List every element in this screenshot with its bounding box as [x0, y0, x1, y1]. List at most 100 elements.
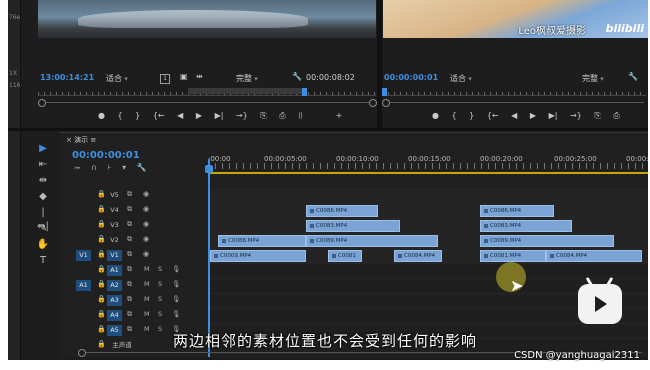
source-marker-button[interactable]: ● — [98, 111, 105, 120]
source-add-button[interactable]: + — [336, 111, 343, 120]
timeline-playhead-line[interactable] — [208, 159, 210, 357]
slip-tool-icon[interactable]: |↔| — [36, 206, 50, 232]
eye-icon[interactable]: ◉ — [143, 250, 149, 258]
track-lane-v3[interactable] — [208, 219, 648, 234]
eye-icon[interactable]: ◉ — [143, 220, 149, 228]
source-scroll-handle-right[interactable] — [369, 99, 377, 107]
program-scroll-handle-left[interactable] — [382, 99, 390, 107]
sync-lock-icon[interactable]: ⧉ — [127, 280, 132, 289]
track-lane-v5[interactable] — [208, 189, 648, 204]
program-playhead[interactable] — [382, 88, 387, 96]
lock-icon[interactable]: 🔒 — [97, 190, 106, 198]
track-target[interactable]: V2 — [107, 235, 122, 246]
program-lift-button[interactable]: ⎘ — [594, 111, 600, 121]
lock-icon[interactable]: 🔒 — [97, 205, 106, 213]
panel-divider[interactable] — [8, 128, 648, 131]
eye-icon[interactable]: ◉ — [143, 190, 149, 198]
source-timecode[interactable]: 13:00:14:21 — [40, 73, 94, 82]
source-go-out-button[interactable]: →} — [236, 111, 248, 120]
clip[interactable]: C0084.MP4 — [546, 250, 642, 262]
clip[interactable]: C0084.MP4 — [394, 250, 442, 262]
source-split-icon[interactable]: ⇹ — [196, 72, 203, 81]
sync-lock-icon[interactable]: ⧉ — [127, 190, 132, 199]
track-lane-v4[interactable] — [208, 204, 648, 219]
track-target[interactable]: A2 — [107, 280, 122, 291]
sync-lock-icon[interactable]: ⧉ — [127, 265, 132, 274]
mute-button[interactable]: M — [144, 310, 150, 318]
sync-lock-icon[interactable]: ⧉ — [127, 220, 132, 229]
track-target[interactable]: V3 — [107, 220, 122, 231]
solo-button[interactable]: S — [158, 295, 162, 303]
mute-button[interactable]: M — [144, 295, 150, 303]
timeline-ruler[interactable]: :00:00 00:00:05:00 00:00:10:00 00:00:15:… — [208, 155, 648, 171]
sync-lock-icon[interactable]: ⧉ — [127, 205, 132, 214]
pen-tool-icon[interactable]: ✎ — [36, 222, 50, 236]
timeline-playhead-head[interactable] — [205, 165, 213, 173]
sequence-tab[interactable]: × 演示 ≡ — [66, 135, 96, 145]
mic-icon[interactable]: 🎙 — [172, 295, 180, 303]
clip[interactable]: C0009.MP4 — [210, 250, 306, 262]
clip[interactable]: C0086.MP4 — [306, 205, 378, 217]
timeline-timecode[interactable]: 00:00:00:01 — [72, 150, 140, 161]
program-go-out-button[interactable]: →} — [570, 111, 582, 120]
source-patch-a1[interactable]: A1 — [76, 280, 91, 291]
work-area-bar[interactable] — [208, 172, 648, 174]
track-target[interactable]: V1 — [107, 250, 122, 261]
source-zoom-dropdown[interactable]: 适合 — [106, 73, 128, 84]
program-mini-ruler[interactable] — [382, 86, 646, 96]
nest-toggle-icon[interactable]: ⤖ — [74, 163, 80, 172]
mute-button[interactable]: M — [144, 265, 150, 273]
clip[interactable]: C0081.MP4 — [480, 250, 546, 262]
sync-lock-icon[interactable]: ⧉ — [127, 295, 132, 304]
program-go-in-button[interactable]: {← — [487, 111, 499, 120]
track-target[interactable]: V4 — [107, 205, 122, 216]
selection-tool-icon[interactable]: ▶ — [36, 142, 50, 156]
eye-icon[interactable]: ◉ — [143, 205, 149, 213]
program-timecode[interactable]: 00:00:00:01 — [384, 73, 438, 82]
source-play-button[interactable]: ▶ — [196, 111, 202, 120]
source-mark-in-button[interactable]: { — [118, 111, 123, 120]
source-monitor-preview[interactable] — [38, 0, 376, 38]
source-scroll-track[interactable] — [42, 102, 372, 103]
mute-button[interactable]: M — [144, 280, 150, 288]
lock-icon[interactable]: 🔒 — [97, 265, 106, 273]
source-export-frame-button[interactable]: ⌷ — [298, 111, 303, 121]
source-wrench-icon[interactable]: 🔧 — [292, 72, 302, 81]
lock-icon[interactable]: 🔒 — [97, 220, 106, 228]
source-go-in-button[interactable]: {← — [153, 111, 165, 120]
program-extract-button[interactable]: ⎙ — [613, 111, 619, 121]
clip[interactable]: C0088.MP4 — [218, 235, 306, 247]
program-wrench-icon[interactable]: 🔧 — [628, 72, 638, 81]
track-lane-a1[interactable] — [208, 264, 648, 279]
clip[interactable]: C0083.MP4 — [480, 220, 572, 232]
timeline-settings-icon[interactable]: 🔧 — [137, 163, 147, 172]
source-settings-box[interactable]: 1 — [160, 73, 170, 84]
solo-button[interactable]: S — [158, 265, 162, 273]
snap-icon[interactable]: ∩ — [91, 163, 97, 172]
hand-tool-icon[interactable]: ✋ — [36, 238, 50, 252]
lock-icon[interactable]: 🔒 — [97, 250, 106, 258]
clip[interactable]: C0083.MP4 — [306, 220, 400, 232]
source-playhead[interactable] — [302, 88, 307, 96]
program-step-forward-button[interactable]: ▶| — [549, 111, 558, 120]
monitor-divider[interactable] — [377, 0, 382, 128]
source-quality-dropdown[interactable]: 完整 — [236, 73, 258, 84]
eye-icon[interactable]: ◉ — [143, 235, 149, 243]
track-target[interactable]: A3 — [107, 295, 122, 306]
track-target[interactable]: A4 — [107, 310, 122, 321]
bilibili-play-icon[interactable] — [578, 284, 622, 324]
lock-icon[interactable]: 🔒 — [97, 280, 106, 288]
source-insert-button[interactable]: ⎘ — [260, 111, 266, 121]
mic-icon[interactable]: 🎙 — [172, 265, 180, 273]
clip[interactable]: C0081 — [328, 250, 362, 262]
lock-icon[interactable]: 🔒 — [97, 295, 106, 303]
source-step-back-button[interactable]: ◀ — [177, 111, 183, 120]
program-mark-in-button[interactable]: { — [452, 111, 457, 120]
source-scroll-handle-left[interactable] — [38, 99, 46, 107]
program-marker-button[interactable]: ● — [432, 111, 439, 120]
source-overwrite-button[interactable]: ⎙ — [279, 111, 285, 121]
source-step-forward-button[interactable]: ▶| — [215, 111, 224, 120]
solo-button[interactable]: S — [158, 310, 162, 318]
program-zoom-dropdown[interactable]: 适合 — [450, 73, 472, 84]
clip[interactable]: C0089.MP4 — [306, 235, 438, 247]
